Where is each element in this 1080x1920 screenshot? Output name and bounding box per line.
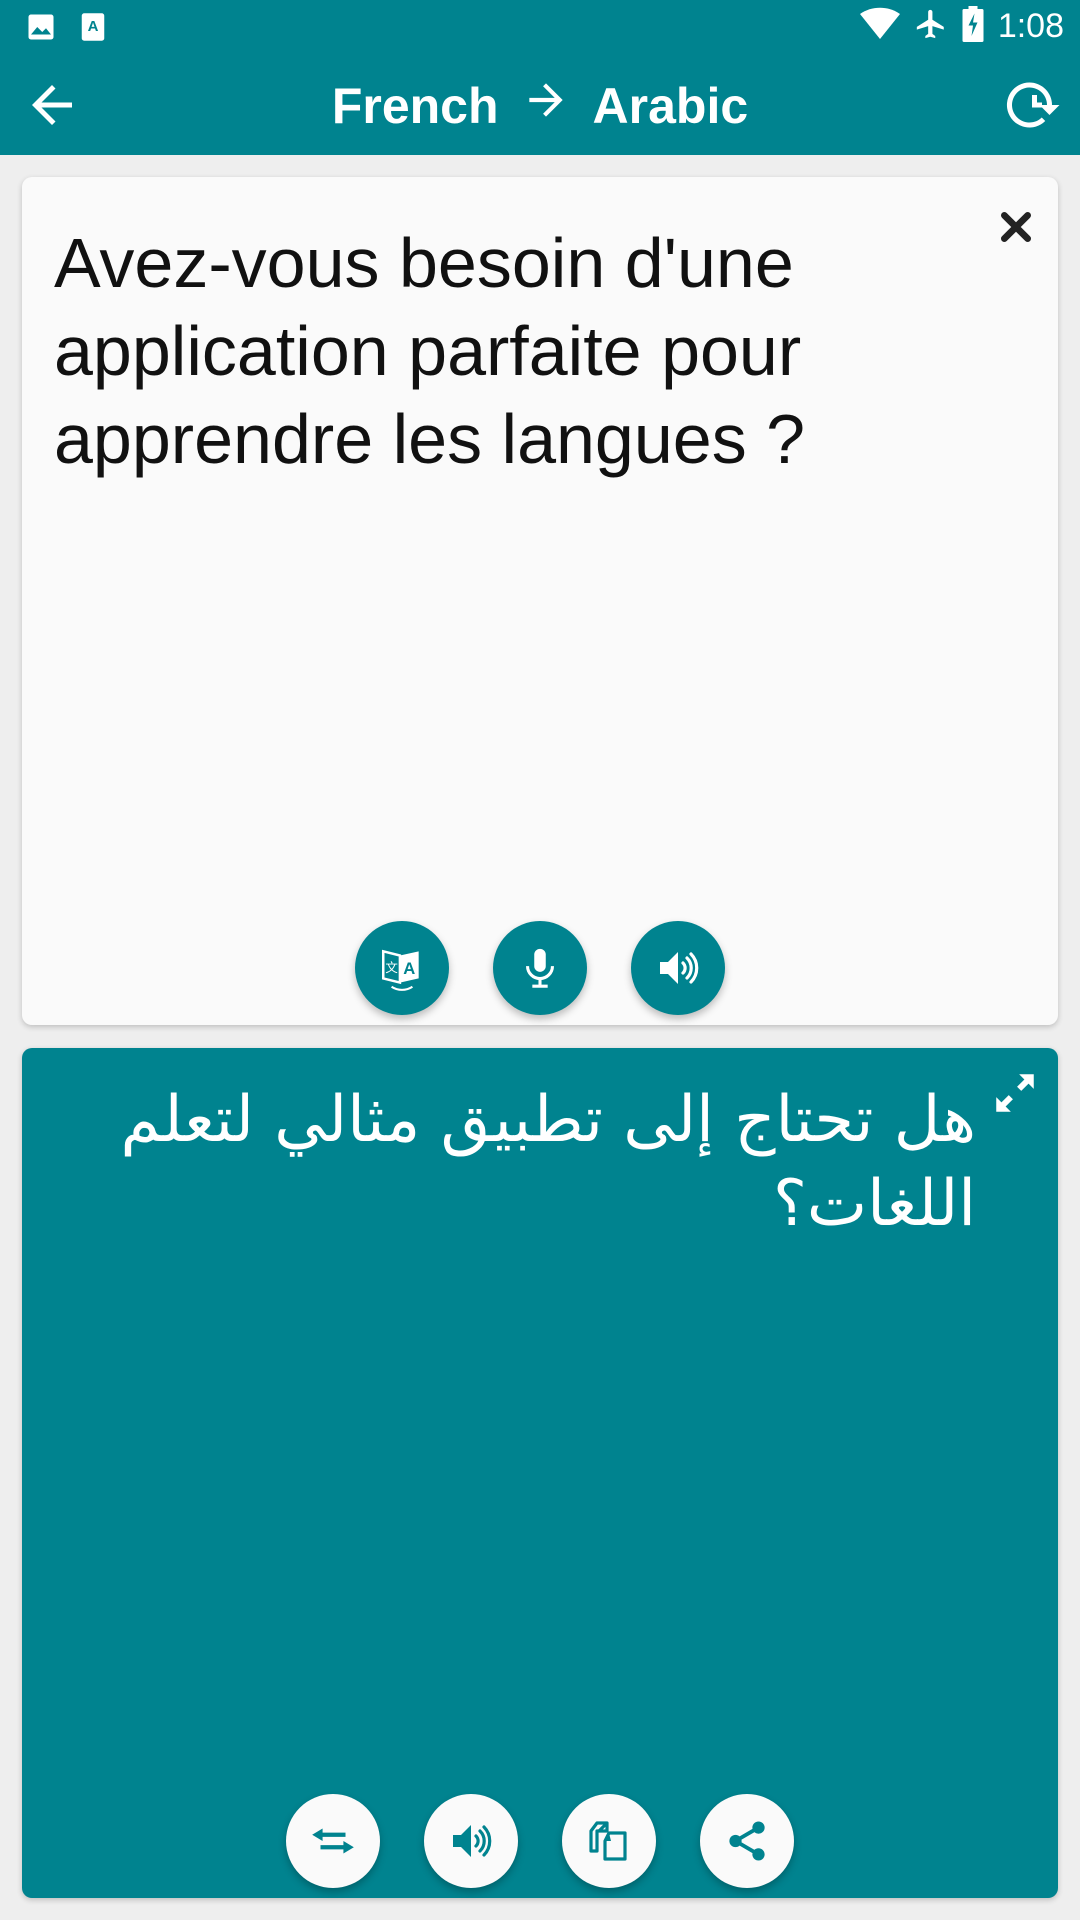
source-text-card: Avez-vous besoin d'une application parfa… (22, 177, 1058, 1025)
status-bar: A 1:08 (0, 0, 1080, 55)
source-language-label: French (331, 78, 499, 134)
translation-card: هل تحتاج إلى تطبيق مثالي لتعلم اللغات؟ (22, 1048, 1058, 1898)
swap-arrows-icon (312, 1828, 354, 1854)
wifi-icon (859, 7, 900, 46)
close-icon (1001, 212, 1031, 242)
source-text-input[interactable]: Avez-vous besoin d'une application parfa… (54, 219, 954, 483)
speak-target-button[interactable] (424, 1794, 518, 1888)
clear-text-button[interactable] (996, 207, 1036, 247)
swap-languages-button[interactable] (286, 1794, 380, 1888)
copy-button[interactable] (562, 1794, 656, 1888)
speak-source-button[interactable] (631, 921, 725, 1015)
volume-icon (453, 1825, 492, 1857)
translate-icon: A 文 (382, 949, 419, 991)
share-icon (729, 1821, 765, 1861)
fullscreen-button[interactable] (990, 1068, 1040, 1118)
translated-text: هل تحتاج إلى تطبيق مثالي لتعلم اللغات؟ (120, 1083, 976, 1241)
microphone-button[interactable] (493, 921, 587, 1015)
microphone-icon (526, 948, 554, 988)
svg-text:A: A (88, 18, 99, 35)
battery-charging-icon (962, 6, 984, 47)
history-icon (1006, 82, 1060, 128)
language-pair-title[interactable]: French Arabic (0, 75, 1080, 137)
app-bar: French Arabic (0, 55, 1080, 155)
history-button[interactable] (1002, 75, 1062, 135)
copy-icon (589, 1821, 627, 1861)
target-language-label: Arabic (592, 78, 749, 134)
arrow-right-icon (521, 75, 571, 137)
svg-text:A: A (403, 959, 415, 978)
clock: 1:08 (997, 7, 1064, 45)
image-icon (26, 12, 56, 47)
svg-text:文: 文 (385, 960, 398, 975)
share-button[interactable] (700, 1794, 794, 1888)
airplane-mode-icon (914, 7, 948, 46)
fullscreen-expand-icon (996, 1074, 1034, 1112)
volume-icon (660, 952, 699, 984)
translate-button[interactable]: A 文 (355, 921, 449, 1015)
app-translate-icon: A (80, 12, 106, 47)
